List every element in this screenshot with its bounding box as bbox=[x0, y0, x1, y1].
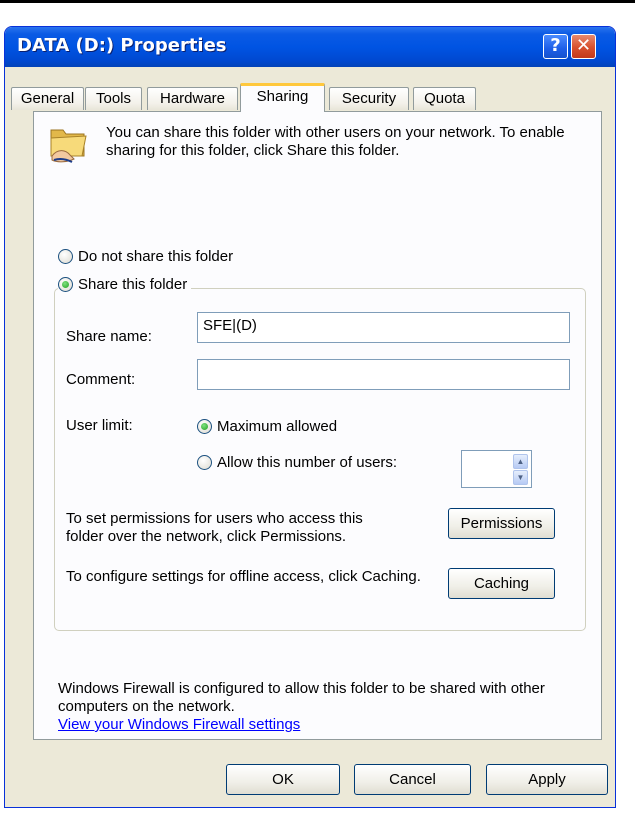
share-this-folder-option[interactable]: Share this folder bbox=[58, 276, 192, 293]
close-button[interactable]: ✕ bbox=[571, 34, 596, 59]
spin-up-icon[interactable]: ▲ bbox=[513, 454, 528, 469]
tab-hardware[interactable]: Hardware bbox=[147, 87, 238, 110]
caching-description: To configure settings for offline access… bbox=[66, 568, 421, 585]
title-bar[interactable]: DATA (D:) Properties ? ✕ bbox=[5, 27, 615, 67]
maximum-allowed-option[interactable]: Maximum allowed bbox=[197, 418, 337, 435]
do-not-share-label: Do not share this folder bbox=[78, 248, 234, 265]
spin-down-icon[interactable]: ▼ bbox=[513, 470, 528, 485]
help-button[interactable]: ? bbox=[543, 34, 568, 59]
maximum-allowed-radio[interactable] bbox=[197, 419, 212, 434]
shared-folder-icon bbox=[50, 129, 87, 163]
user-limit-label: User limit: bbox=[66, 417, 133, 434]
do-not-share-radio[interactable] bbox=[58, 249, 73, 264]
help-icon: ? bbox=[550, 35, 561, 56]
allow-number-radio[interactable] bbox=[197, 455, 212, 470]
permissions-button[interactable]: Permissions bbox=[448, 508, 555, 539]
user-count-spinner[interactable]: ▲ ▼ bbox=[461, 450, 532, 488]
share-name-input[interactable]: SFE|(D) bbox=[197, 312, 570, 343]
comment-input[interactable] bbox=[197, 359, 570, 390]
caching-button[interactable]: Caching bbox=[448, 568, 555, 599]
cancel-button[interactable]: Cancel bbox=[354, 764, 471, 795]
tab-sharing[interactable]: Sharing bbox=[240, 83, 325, 112]
share-this-folder-radio[interactable] bbox=[58, 277, 73, 292]
sharing-intro-text: You can share this folder with other use… bbox=[106, 124, 565, 159]
firewall-settings-link[interactable]: View your Windows Firewall settings bbox=[58, 716, 300, 733]
tab-security[interactable]: Security bbox=[329, 87, 409, 110]
window-title: DATA (D:) Properties bbox=[17, 35, 227, 56]
firewall-notice: Windows Firewall is configured to allow … bbox=[58, 680, 545, 715]
apply-button[interactable]: Apply bbox=[486, 764, 608, 795]
maximum-allowed-label: Maximum allowed bbox=[217, 418, 338, 435]
permissions-description: To set permissions for users who access … bbox=[66, 510, 363, 545]
tab-general[interactable]: General bbox=[11, 87, 84, 110]
properties-dialog: DATA (D:) Properties ? ✕ General Tools H… bbox=[4, 26, 616, 808]
do-not-share-option[interactable]: Do not share this folder bbox=[58, 248, 233, 265]
comment-label: Comment: bbox=[66, 371, 136, 388]
close-icon: ✕ bbox=[575, 35, 592, 56]
top-border-line bbox=[0, 0, 635, 3]
tab-quota[interactable]: Quota bbox=[413, 87, 476, 110]
allow-number-option[interactable]: Allow this number of users: bbox=[197, 454, 397, 471]
tab-strip: General Tools Hardware Sharing Security … bbox=[5, 67, 615, 112]
ok-button[interactable]: OK bbox=[226, 764, 340, 795]
share-this-folder-label: Share this folder bbox=[78, 276, 188, 293]
share-name-label: Share name: bbox=[66, 328, 152, 345]
sharing-tab-panel: You can share this folder with other use… bbox=[33, 111, 602, 740]
tab-tools[interactable]: Tools bbox=[85, 87, 142, 110]
allow-number-label: Allow this number of users: bbox=[217, 454, 398, 471]
